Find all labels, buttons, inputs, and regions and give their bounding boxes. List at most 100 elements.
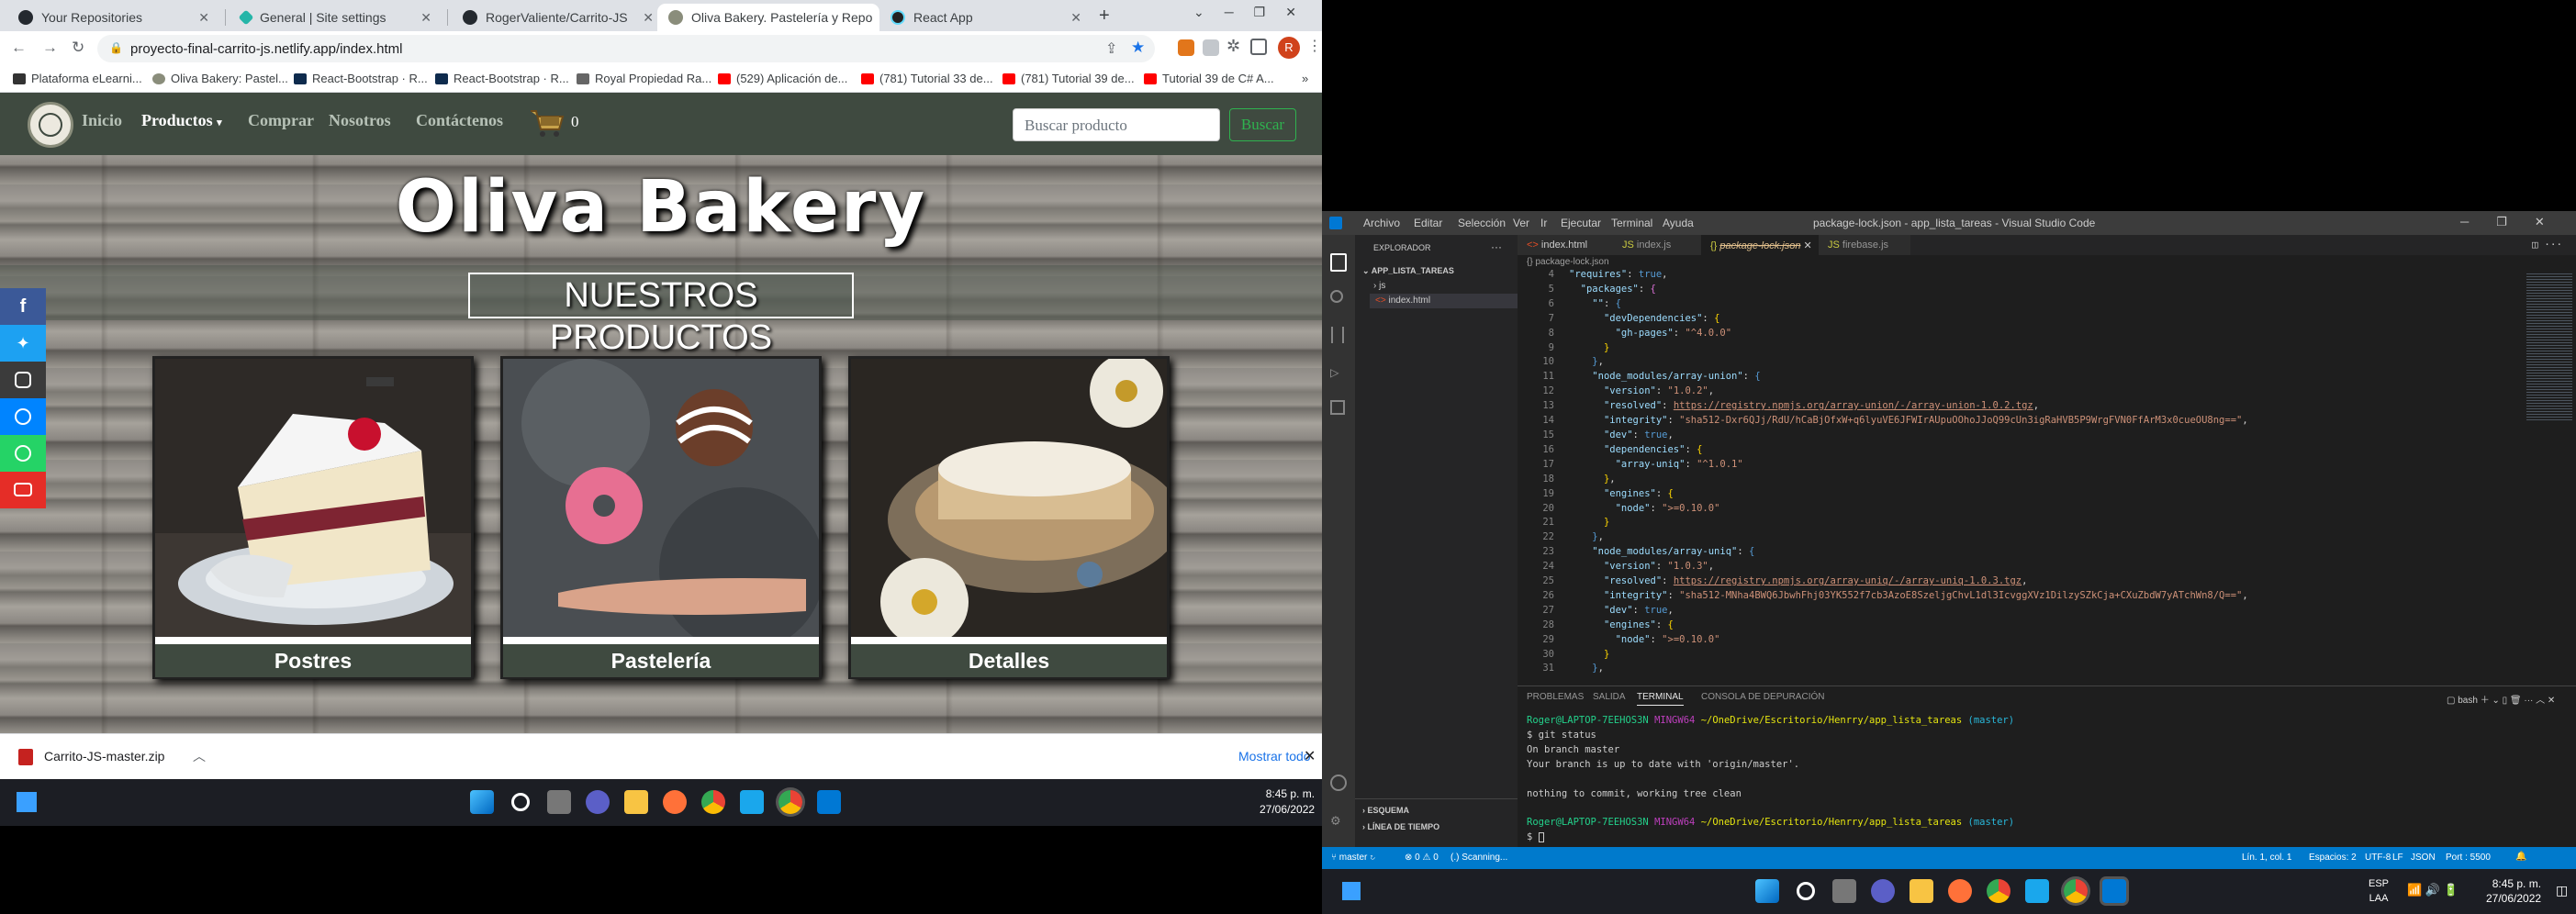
minimap[interactable] xyxy=(2523,268,2576,676)
project-folder[interactable]: ⌄ APP_LISTA_TAREAS xyxy=(1362,266,1454,276)
notepad-icon[interactable] xyxy=(740,790,764,814)
tab-oliva-bakery[interactable]: Oliva Bakery. Pastelería y Repo✕ xyxy=(657,4,879,31)
widgets-icon[interactable] xyxy=(1342,882,1361,900)
code-editor[interactable]: 4 5 6 7 8 9 10 11 12 13 14 15 16 17 18 19 20 21 22 23 24 25 26… xyxy=(1518,268,2576,676)
download-filename[interactable]: Carrito-JS-master.zip xyxy=(44,749,164,764)
new-tab-button[interactable]: + xyxy=(1099,6,1110,27)
shell-selector[interactable]: ▢ bash ＋ ⌄ ▯ 🗑 ··· ︿ ✕ xyxy=(2447,692,2555,706)
facebook-icon[interactable]: f xyxy=(0,288,46,325)
nav-productos[interactable]: Productos ▾ xyxy=(141,111,222,130)
tab-site-settings[interactable]: General | Site settings ✕ xyxy=(230,4,442,31)
language-indicator[interactable]: ESP LAA xyxy=(2369,876,2389,906)
menu-ejecutar[interactable]: Ejecutar xyxy=(1561,217,1601,229)
live-server-port[interactable]: Port : 5500 xyxy=(2446,853,2491,863)
nav-contactenos[interactable]: Contáctenos xyxy=(416,111,503,130)
share-icon[interactable]: ⇪ xyxy=(1105,39,1117,58)
nav-nosotros[interactable]: Nosotros xyxy=(329,111,391,130)
site-logo[interactable] xyxy=(28,102,73,148)
notification-center-icon[interactable]: ◫ xyxy=(2556,883,2568,898)
tree-item-js[interactable]: › js xyxy=(1373,281,1385,291)
firefox-icon[interactable] xyxy=(1948,879,1972,903)
menu-ayuda[interactable]: Ayuda xyxy=(1663,217,1694,229)
chrome-active-icon[interactable] xyxy=(2064,879,2088,903)
back-button[interactable]: ← xyxy=(11,39,27,57)
branch-indicator[interactable]: ⑂ master ↻ xyxy=(1331,853,1375,863)
bookmark-item[interactable]: Plataforma eLearni... xyxy=(13,72,142,85)
menu-icon[interactable]: ⋮ xyxy=(1307,37,1322,55)
tab-index-html[interactable]: <> index.html xyxy=(1518,235,1613,255)
code-content[interactable]: "requires": true, "packages": { "": { "d… xyxy=(1569,268,2248,676)
bookmark-item[interactable]: React-Bootstrap · R... xyxy=(435,72,569,85)
twitter-icon[interactable]: ✦ xyxy=(0,325,46,362)
tab-repositories[interactable]: Your Repositories ✕ xyxy=(7,4,220,31)
panel-tab-problems[interactable]: PROBLEMAS xyxy=(1527,692,1584,702)
extension-icon[interactable] xyxy=(1203,39,1219,56)
tab-index-js[interactable]: JS index.js xyxy=(1613,235,1701,255)
search-icon[interactable] xyxy=(1797,882,1815,900)
chat-icon[interactable] xyxy=(586,790,610,814)
bookmark-item[interactable]: (529) Aplicación de... xyxy=(718,72,847,85)
files-icon[interactable] xyxy=(1330,253,1347,272)
menu-ver[interactable]: Ver xyxy=(1513,217,1529,229)
close-icon[interactable]: ✕ xyxy=(1070,10,1081,26)
nav-inicio[interactable]: Inicio xyxy=(82,111,122,130)
tab-firebase-js[interactable]: JS firebase.js xyxy=(1819,235,1910,255)
cursor-position[interactable]: Lín. 1, col. 1 xyxy=(2242,853,2291,863)
bookmark-item[interactable]: React-Bootstrap · R... xyxy=(294,72,428,85)
menu-terminal[interactable]: Terminal xyxy=(1611,217,1652,229)
product-card-postres[interactable]: Postres xyxy=(152,356,474,679)
address-bar[interactable]: 🔒 proyecto-final-carrito-js.netlify.app/… xyxy=(97,35,1155,62)
search-icon[interactable] xyxy=(1330,290,1343,303)
search-input[interactable]: Buscar producto xyxy=(1013,108,1220,141)
menu-editar[interactable]: Editar xyxy=(1414,217,1442,229)
firefox-icon[interactable] xyxy=(663,790,687,814)
messenger-icon[interactable] xyxy=(0,398,46,435)
window-controls[interactable]: ─❐✕ xyxy=(2460,215,2572,229)
search-button[interactable]: Buscar xyxy=(1229,108,1296,141)
extensions-icon[interactable] xyxy=(1330,400,1345,415)
cart-icon[interactable] xyxy=(529,106,566,139)
start-icon[interactable] xyxy=(470,790,494,814)
tab-carrito-repo[interactable]: RogerValiente/Carrito-JS ✕ xyxy=(452,4,665,31)
terminal-output[interactable]: Roger@LAPTOP-7EEHOS3N MINGW64 ~/OneDrive… xyxy=(1527,714,2014,845)
chevron-up-icon[interactable]: ︿ xyxy=(193,747,206,765)
bookmark-item[interactable]: Tutorial 39 de C# A... xyxy=(1144,72,1274,85)
product-card-pasteleria[interactable]: Pastelería xyxy=(500,356,822,679)
panel-tab-output[interactable]: SALIDA xyxy=(1593,692,1626,702)
notepad-icon[interactable] xyxy=(2025,879,2049,903)
reload-button[interactable]: ↻ xyxy=(72,39,84,57)
chrome-active-icon[interactable] xyxy=(778,790,802,814)
tray-icons[interactable]: 📶 🔊 🔋 xyxy=(2407,883,2458,897)
timeline-section[interactable]: › LÍNEA DE TIEMPO xyxy=(1362,822,1439,831)
show-all-link[interactable]: Mostrar todo xyxy=(1238,749,1311,764)
forward-button[interactable]: → xyxy=(42,39,58,57)
language-mode[interactable]: JSON xyxy=(2411,853,2436,863)
close-icon[interactable]: ✕ xyxy=(420,10,431,26)
close-icon[interactable]: ✕ xyxy=(1304,747,1316,765)
menu-archivo[interactable]: Archivo xyxy=(1363,217,1400,229)
tab-package-lock[interactable]: {} package-lock.json ✕ xyxy=(1701,235,1819,255)
breadcrumb[interactable]: {} package-lock.json xyxy=(1527,257,1609,267)
bookmark-star-icon[interactable]: ★ xyxy=(1131,39,1145,57)
bookmark-item[interactable]: Royal Propiedad Ra... xyxy=(577,72,711,85)
run-debug-icon[interactable]: ▷ xyxy=(1330,363,1339,381)
window-controls[interactable]: ⌄─❐✕ xyxy=(1193,5,1316,20)
chrome-icon[interactable] xyxy=(701,790,725,814)
tree-item-index-html[interactable]: <> index.html xyxy=(1370,294,1518,308)
whatsapp-icon[interactable] xyxy=(0,435,46,472)
vscode-icon[interactable] xyxy=(817,790,841,814)
close-icon[interactable]: ✕ xyxy=(643,10,654,26)
clock[interactable]: 8:45 p. m. 27/06/2022 xyxy=(2486,876,2541,906)
notifications-icon[interactable]: 🔔 xyxy=(2515,852,2526,862)
source-control-icon[interactable] xyxy=(1331,327,1344,343)
bookmark-item[interactable]: (781) Tutorial 39 de... xyxy=(1002,72,1135,85)
file-explorer-icon[interactable] xyxy=(1910,879,1933,903)
search-icon[interactable] xyxy=(511,793,530,811)
start-icon[interactable] xyxy=(1755,879,1779,903)
gear-icon[interactable]: ⚙ xyxy=(1331,811,1340,829)
chat-icon[interactable] xyxy=(1871,879,1895,903)
chrome-icon[interactable] xyxy=(1987,879,2010,903)
eol[interactable]: LF xyxy=(2392,853,2403,863)
close-icon[interactable]: ✕ xyxy=(198,10,209,26)
menu-seleccion[interactable]: Selección xyxy=(1458,217,1506,229)
